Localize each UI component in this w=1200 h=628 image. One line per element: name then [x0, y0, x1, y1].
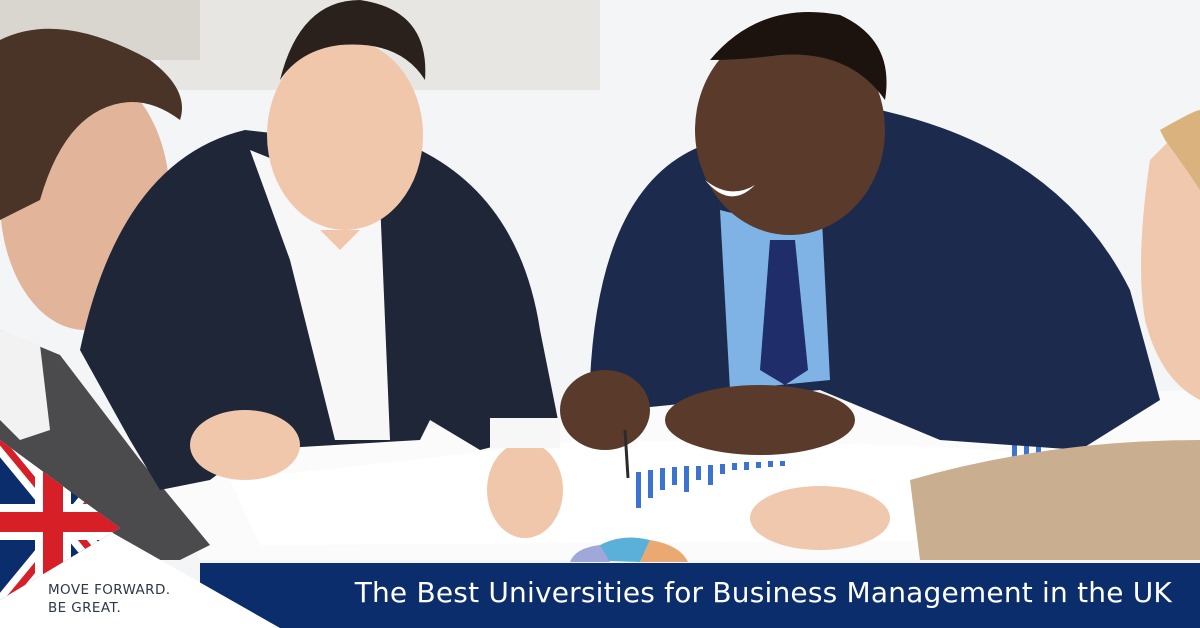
headline-banner: The Best Universities for Business Manag…: [200, 563, 1200, 628]
tagline-line-2: BE GREAT.: [48, 600, 122, 616]
tagline-line-1: MOVE FORWARD.: [48, 582, 171, 598]
hero-image: The Best Universities for Business Manag…: [0, 0, 1200, 628]
headline-text: The Best Universities for Business Manag…: [354, 576, 1172, 609]
tagline: MOVE FORWARD. BE GREAT.: [48, 581, 218, 617]
